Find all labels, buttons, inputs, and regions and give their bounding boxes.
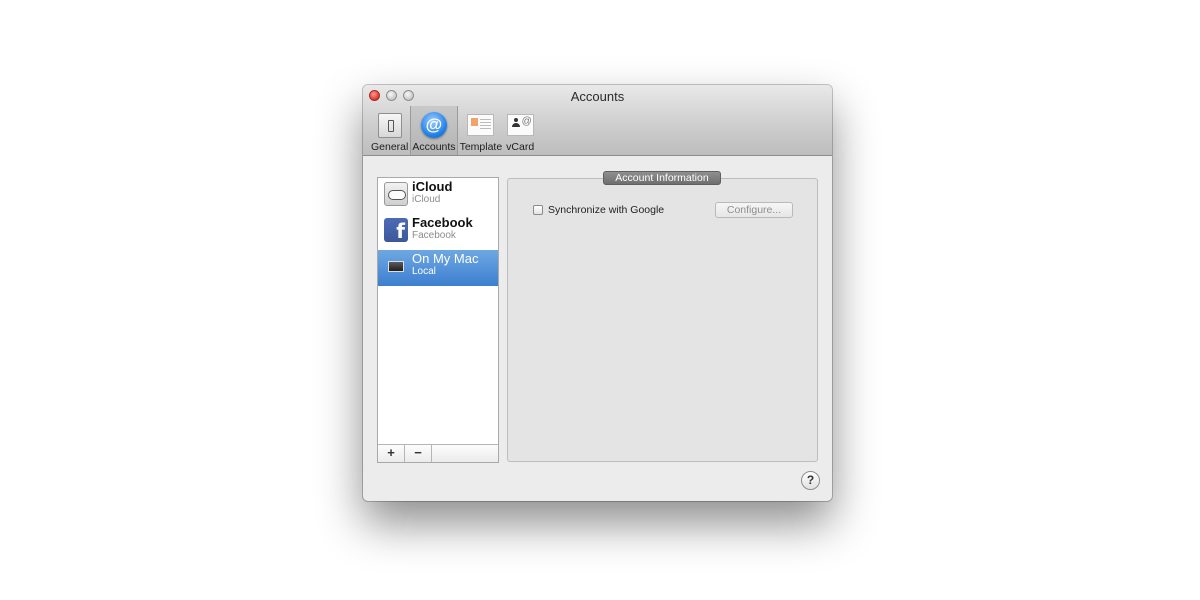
tab-vcard[interactable]: @ vCard: [504, 106, 536, 155]
accounts-icon: @: [420, 112, 447, 138]
accounts-list: iCloud iCloud f Facebook Facebook On My …: [377, 177, 499, 463]
list-item-icloud[interactable]: iCloud iCloud: [378, 178, 498, 214]
toolbar: Accounts General @ Accounts Template @ v…: [363, 85, 832, 156]
account-name: On My Mac: [412, 251, 479, 266]
window-title: Accounts: [570, 89, 625, 104]
mac-icon: [384, 254, 408, 278]
configure-button[interactable]: Configure...: [715, 202, 793, 218]
list-item-on-my-mac[interactable]: On My Mac Local: [378, 250, 498, 286]
help-button[interactable]: ?: [801, 471, 820, 490]
list-item-facebook[interactable]: f Facebook Facebook: [378, 214, 498, 250]
sync-google-label: Synchronize with Google: [548, 204, 665, 216]
tab-general[interactable]: General: [369, 106, 410, 155]
accounts-window: Accounts General @ Accounts Template @ v…: [363, 85, 832, 501]
tab-accounts-label: Accounts: [412, 141, 456, 153]
general-icon: [377, 112, 402, 138]
account-type: iCloud: [412, 194, 441, 205]
account-info-header: Account Information: [603, 171, 721, 185]
tab-general-label: General: [371, 141, 409, 153]
tab-accounts[interactable]: @ Accounts: [410, 106, 458, 155]
facebook-icon: f: [384, 218, 408, 242]
icloud-icon: [384, 182, 408, 206]
vcard-icon: @: [506, 114, 534, 136]
tab-template-label: Template: [459, 141, 503, 153]
tab-template[interactable]: Template: [458, 106, 505, 155]
account-info-panel: [507, 178, 818, 462]
list-controls: + −: [378, 444, 498, 462]
tab-vcard-label: vCard: [506, 141, 535, 153]
remove-account-button[interactable]: −: [405, 445, 432, 462]
account-name: iCloud: [412, 179, 453, 194]
account-name: Facebook: [412, 215, 473, 230]
preference-tabs: General @ Accounts Template @ vCard: [369, 106, 536, 155]
sync-row: Synchronize with Google: [533, 204, 664, 216]
add-account-button[interactable]: +: [378, 445, 405, 462]
account-type: Local: [412, 266, 436, 277]
template-icon: [467, 114, 495, 136]
account-type: Facebook: [412, 230, 456, 241]
sync-google-checkbox[interactable]: [533, 205, 543, 215]
